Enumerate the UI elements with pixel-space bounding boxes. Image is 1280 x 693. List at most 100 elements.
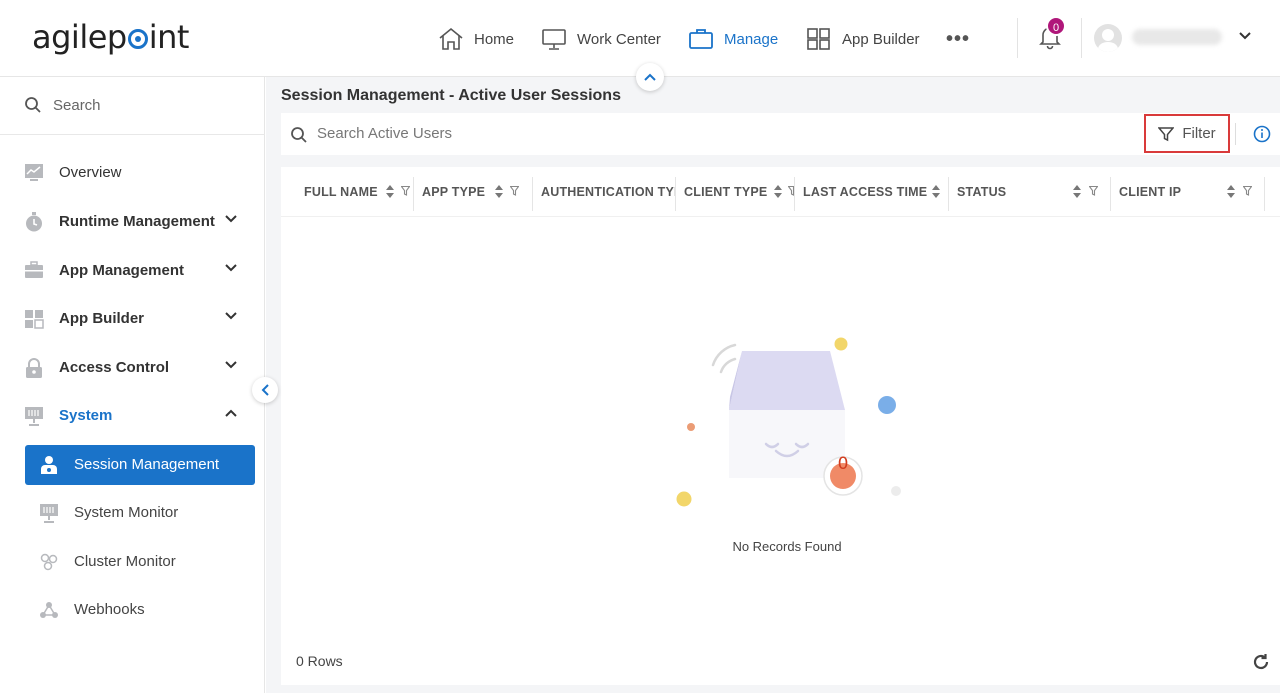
chevron-down-icon[interactable]: [224, 360, 238, 370]
sidebar-item-app-builder[interactable]: App Builder: [0, 299, 265, 339]
chevron-down-icon[interactable]: [224, 311, 238, 321]
column-client-ip[interactable]: CLIENT IP: [1111, 167, 1265, 217]
empty-state-message: No Records Found: [732, 539, 842, 554]
chevron-up-icon[interactable]: [224, 408, 238, 418]
monitor-icon: [542, 29, 566, 50]
nav-manage-label: Manage: [724, 30, 779, 48]
lock-icon: [26, 358, 42, 378]
chevron-down-icon[interactable]: [224, 214, 238, 224]
column-app-type[interactable]: APP TYPE: [414, 167, 533, 217]
nav-manage[interactable]: Manage: [688, 25, 778, 53]
chart-icon: [25, 164, 43, 181]
column-filter-icon[interactable]: [401, 186, 410, 196]
column-status[interactable]: STATUS: [949, 167, 1111, 217]
briefcase-icon: [689, 29, 713, 49]
filter-button[interactable]: Filter: [1144, 114, 1230, 153]
more-menu-button[interactable]: •••: [946, 28, 970, 51]
sort-icon[interactable]: [1226, 185, 1236, 198]
sort-icon[interactable]: [931, 185, 941, 198]
grid-icon: [25, 310, 44, 329]
main-content: Session Management - Active User Session…: [266, 77, 1280, 693]
collapse-sidebar-button[interactable]: [252, 377, 278, 403]
stopwatch-icon: [26, 212, 42, 232]
agilepoint-logo[interactable]: agilep int: [32, 18, 189, 56]
column-filter-icon[interactable]: [1089, 186, 1098, 196]
info-icon[interactable]: [1253, 125, 1271, 143]
sidebar-item-app-management[interactable]: App Management: [0, 251, 265, 291]
chevron-left-icon: [261, 384, 269, 396]
header-divider: [1081, 18, 1082, 58]
column-header-label: CLIENT TYPE: [684, 185, 768, 199]
sidebar-item-label: App Management: [59, 262, 185, 279]
sidebar-item-runtime-management[interactable]: Runtime Management: [0, 202, 265, 242]
sidebar-item-system[interactable]: System: [0, 396, 265, 436]
logo-text-start: agilep: [32, 18, 127, 56]
column-filter-icon[interactable]: [510, 186, 519, 196]
header-divider: [1017, 18, 1018, 58]
page-title: Session Management - Active User Session…: [281, 87, 621, 104]
sidebar-item-label: System: [59, 407, 113, 424]
sort-icon[interactable]: [1072, 185, 1082, 198]
search-icon: [25, 97, 41, 113]
sidebar-subitem-session-management[interactable]: Session Management: [25, 445, 255, 485]
sidebar-subitem-system-monitor[interactable]: System Monitor: [25, 493, 255, 533]
logo-text-end: int: [148, 18, 190, 56]
column-header-label: FULL NAME: [304, 185, 378, 199]
sort-icon[interactable]: [494, 185, 504, 198]
webhook-icon: [40, 602, 58, 618]
chevron-down-icon[interactable]: [224, 263, 238, 273]
chevron-up-icon: [644, 73, 656, 81]
sidebar-search[interactable]: Search: [0, 77, 265, 135]
sort-icon[interactable]: [773, 185, 783, 198]
sort-icon[interactable]: [385, 185, 395, 198]
sidebar-subitem-label: System Monitor: [74, 504, 179, 521]
system-monitor-icon: [40, 504, 58, 523]
column-header-label: AUTHENTICATION TYPE: [541, 185, 675, 199]
column-header-label: STATUS: [957, 185, 1007, 199]
nav-work-center[interactable]: Work Center: [541, 25, 661, 53]
nav-work-center-label: Work Center: [577, 30, 661, 48]
row-count: 0 Rows: [296, 653, 343, 669]
sidebar-item-label: Overview: [59, 164, 122, 181]
search-icon: [291, 127, 307, 143]
nav-home[interactable]: Home: [438, 25, 514, 53]
filter-icon: [1158, 126, 1175, 141]
column-client-type[interactable]: CLIENT TYPE: [676, 167, 795, 217]
sidebar-item-label: App Builder: [59, 310, 144, 327]
nav-app-builder-label: App Builder: [842, 30, 920, 48]
notification-badge: 0: [1046, 16, 1066, 36]
refresh-icon[interactable]: [1252, 653, 1270, 671]
toolbar-divider: [1235, 123, 1236, 145]
collapse-header-button[interactable]: [636, 63, 664, 91]
filter-button-label: Filter: [1182, 125, 1216, 142]
cluster-icon: [40, 553, 58, 571]
grid-header: FULL NAME APP TYPE AUTHENTICATION TYPE C…: [281, 167, 1280, 217]
column-filter-icon[interactable]: [1243, 186, 1252, 196]
system-icon: [25, 407, 43, 426]
grid-icon: [807, 28, 830, 50]
column-divider[interactable]: [1264, 177, 1265, 211]
column-full-name[interactable]: FULL NAME: [296, 167, 414, 217]
nav-app-builder[interactable]: App Builder: [806, 25, 920, 53]
sidebar-subitem-cluster-monitor[interactable]: Cluster Monitor: [25, 542, 255, 582]
avatar[interactable]: [1094, 24, 1122, 52]
sidebar: Search Overview Runtime Management App M…: [0, 77, 265, 693]
toolbox-icon: [25, 261, 43, 278]
sidebar-item-overview[interactable]: Overview: [0, 153, 265, 193]
column-authentication-type[interactable]: AUTHENTICATION TYPE: [533, 167, 676, 217]
grid-toolbar: Search Active Users Filter: [281, 113, 1280, 155]
user-session-icon: [41, 456, 57, 474]
sidebar-subitem-webhooks[interactable]: Webhooks: [25, 590, 255, 630]
empty-box-illustration: [676, 337, 901, 507]
column-header-label: APP TYPE: [422, 185, 486, 199]
sessions-grid: FULL NAME APP TYPE AUTHENTICATION TYPE C…: [281, 167, 1280, 685]
search-active-users-input[interactable]: Search Active Users: [317, 125, 452, 142]
column-last-access-time[interactable]: LAST ACCESS TIME: [795, 167, 949, 217]
username-blurred[interactable]: [1132, 29, 1222, 45]
sidebar-item-access-control[interactable]: Access Control: [0, 348, 265, 388]
chevron-down-icon[interactable]: [1238, 31, 1252, 41]
sidebar-subitem-label: Cluster Monitor: [74, 553, 176, 570]
column-header-label: CLIENT IP: [1119, 185, 1182, 199]
sidebar-search-placeholder: Search: [53, 97, 101, 114]
nav-home-label: Home: [474, 30, 515, 48]
